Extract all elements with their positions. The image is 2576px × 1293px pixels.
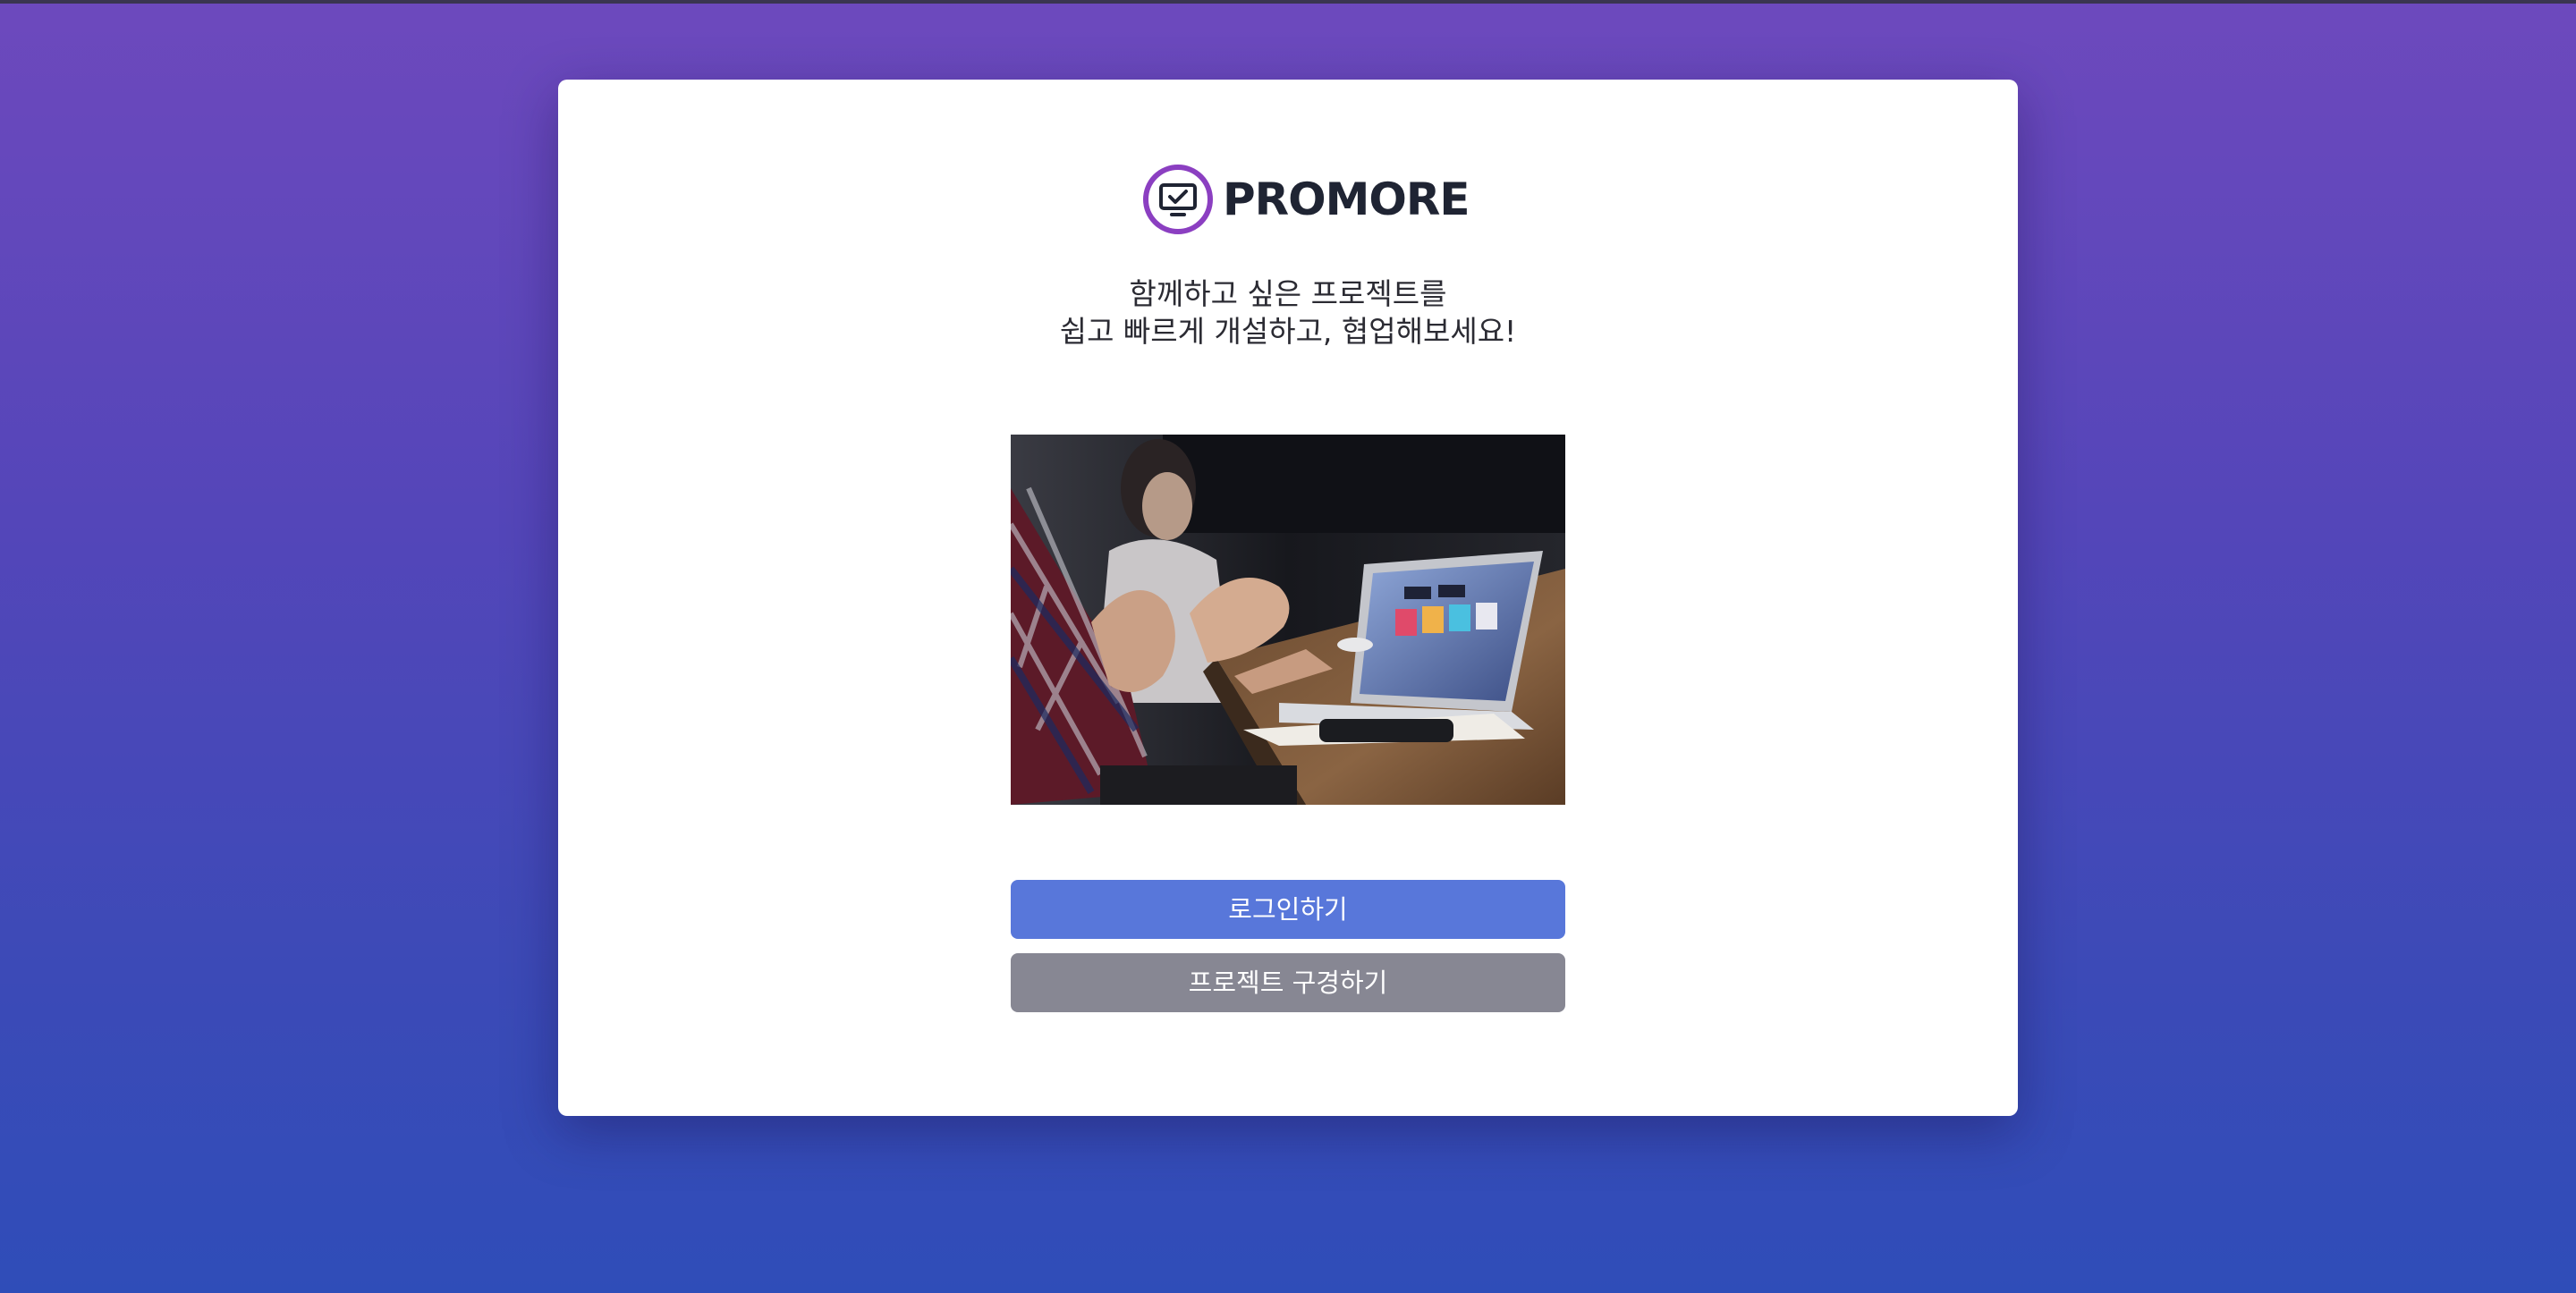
- monitor-check-icon: [1143, 165, 1213, 234]
- tagline-line-2: 쉽고 빠르게 개설하고, 협업해보세요!: [1059, 314, 1517, 349]
- hero-photo: [1011, 435, 1565, 805]
- brand-name: PROMORE: [1223, 173, 1470, 225]
- tagline-line-1: 함께하고 싶은 프로젝트를: [1129, 276, 1447, 311]
- login-button[interactable]: 로그인하기: [1011, 880, 1565, 939]
- meeting-photo-illustration: [1011, 435, 1565, 805]
- brand-logo[interactable]: PROMORE: [1142, 163, 1470, 236]
- browse-projects-button[interactable]: 프로젝트 구경하기: [1011, 953, 1565, 1012]
- tagline: 함께하고 싶은 프로젝트를 쉽고 빠르게 개설하고, 협업해보세요!: [0, 275, 2576, 351]
- window-top-border: [0, 0, 2576, 4]
